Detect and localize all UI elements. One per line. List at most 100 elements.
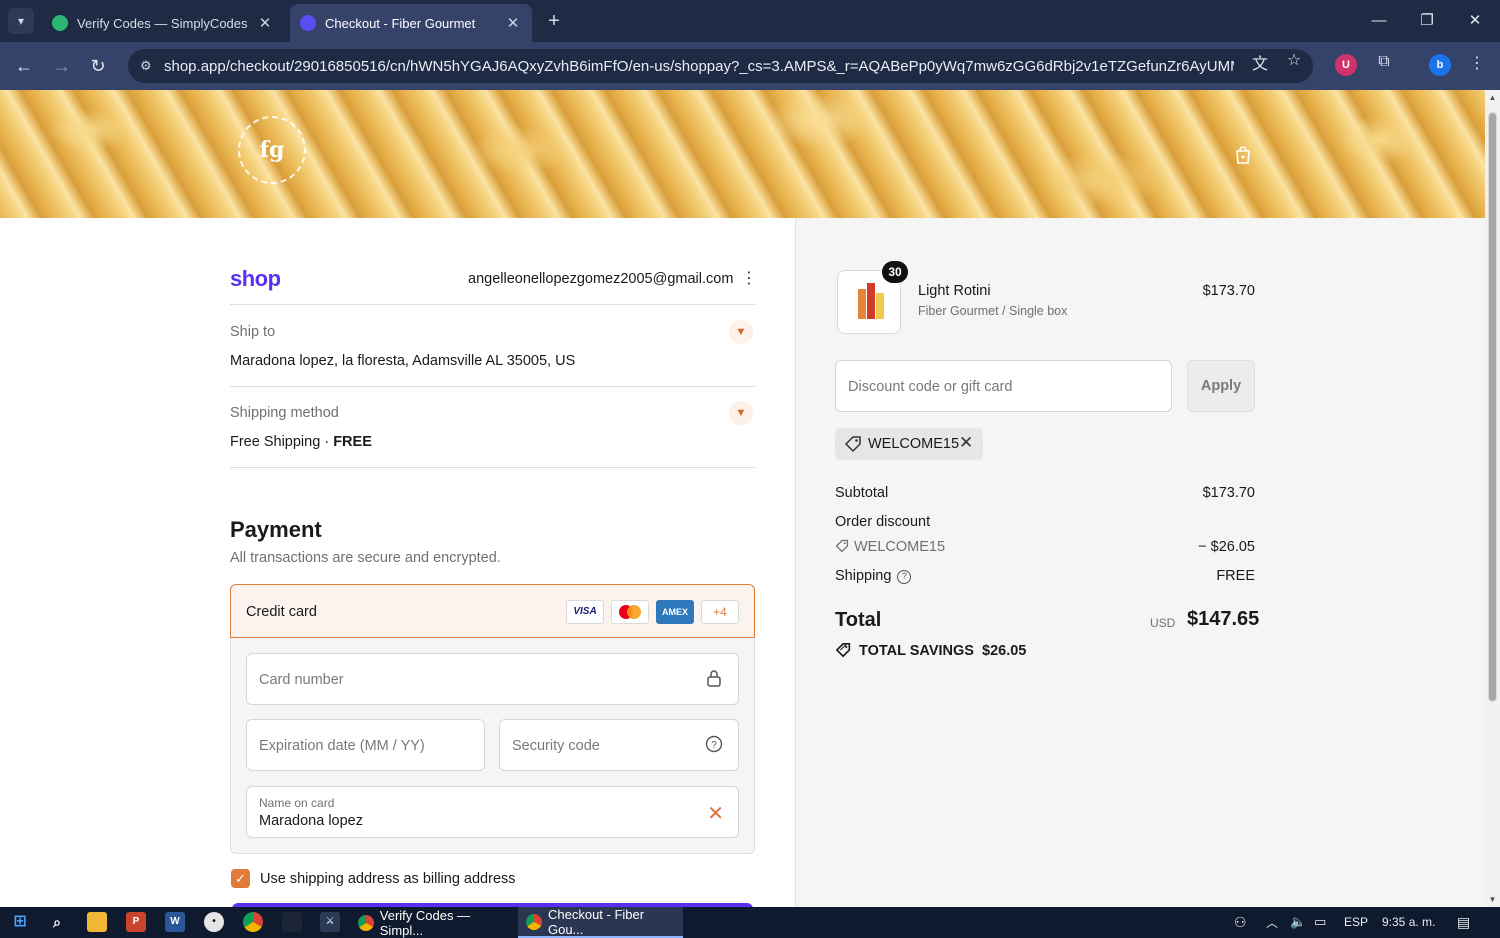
chrome-icon[interactable] bbox=[243, 912, 263, 932]
card-number-field[interactable]: Card number bbox=[246, 653, 739, 705]
language-indicator[interactable]: ESP bbox=[1344, 915, 1368, 929]
discount-placeholder: Discount code or gift card bbox=[848, 379, 1013, 395]
remove-discount-icon[interactable]: ✕ bbox=[959, 433, 973, 453]
simplycodes-icon bbox=[52, 15, 68, 31]
app-icon[interactable]: ⚔ bbox=[320, 912, 340, 932]
scroll-up-arrow-icon[interactable]: ▲ bbox=[1485, 93, 1500, 102]
scrollbar-thumb[interactable] bbox=[1488, 112, 1497, 702]
extensions-puzzle-icon[interactable]: ⧉ bbox=[1374, 53, 1394, 71]
lock-icon bbox=[704, 669, 724, 689]
taskbar-app-checkout[interactable]: Checkout - Fiber Gou... bbox=[518, 907, 683, 938]
savings-value: $26.05 bbox=[982, 643, 1027, 659]
expiration-date-field[interactable]: Expiration date (MM / YY) bbox=[246, 719, 485, 771]
ship-to-address: Maradona lopez, la floresta, Adamsville … bbox=[230, 353, 576, 369]
new-tab-button[interactable]: + bbox=[542, 8, 566, 34]
bookmark-star-icon[interactable]: ☆ bbox=[1284, 50, 1304, 70]
product-box-image bbox=[876, 293, 884, 319]
taskbar-app-verify-codes[interactable]: Verify Codes — Simpl... bbox=[350, 907, 515, 938]
name-on-card-value[interactable]: Maradona lopez bbox=[259, 813, 363, 829]
minimize-button[interactable]: — bbox=[1364, 8, 1394, 34]
ship-to-label: Ship to bbox=[230, 324, 276, 340]
page-viewport: fg shop angelleonellopezgomez2005@gmail.… bbox=[0, 90, 1500, 907]
store-logo[interactable]: fg bbox=[238, 116, 306, 184]
chrome-icon bbox=[358, 914, 374, 931]
shipping-value: FREE bbox=[1216, 568, 1255, 584]
svg-text:?: ? bbox=[711, 740, 717, 751]
payment-title: Payment bbox=[230, 517, 322, 542]
app-icon[interactable] bbox=[282, 912, 302, 932]
tag-icon bbox=[844, 436, 861, 453]
product-price: $173.70 bbox=[1202, 283, 1255, 299]
tab-simplycodes[interactable]: Verify Codes — SimplyCodes ✕ bbox=[42, 4, 284, 42]
chat-app-icon[interactable]: • bbox=[204, 912, 224, 932]
shipping-method-name: Free Shipping bbox=[230, 434, 321, 450]
word-icon[interactable]: W bbox=[165, 912, 185, 932]
browser-toolbar: ← → ↻ ⚙ shop.app/checkout/29016850516/cn… bbox=[0, 42, 1500, 90]
discount-code-text: WELCOME15 bbox=[854, 539, 946, 555]
clock[interactable]: 9:35 a. m. bbox=[1382, 915, 1435, 929]
account-email: angelleonellopezgomez2005@gmail.com bbox=[468, 271, 734, 287]
store-logo-text: fg bbox=[259, 137, 285, 163]
apply-discount-button[interactable]: Apply bbox=[1187, 360, 1255, 412]
volume-icon[interactable]: 🔈 bbox=[1290, 914, 1306, 930]
profile-avatar[interactable]: b bbox=[1429, 54, 1451, 76]
powerpoint-icon[interactable]: P bbox=[126, 912, 146, 932]
applied-code-text: WELCOME15 bbox=[868, 436, 960, 452]
reload-button[interactable]: ↻ bbox=[86, 54, 110, 78]
total-label: Total bbox=[835, 609, 882, 631]
translate-icon[interactable]: 文 bbox=[1250, 50, 1270, 74]
tab-title: Verify Codes — SimplyCodes bbox=[77, 15, 248, 31]
taskbar-app-title: Verify Codes — Simpl... bbox=[379, 907, 471, 938]
chrome-icon bbox=[526, 913, 542, 930]
forward-button[interactable]: → bbox=[50, 54, 74, 78]
tab-search-button[interactable]: ▾ bbox=[8, 8, 34, 34]
tab-title: Checkout - Fiber Gourmet bbox=[325, 15, 476, 31]
scroll-down-arrow-icon[interactable]: ▼ bbox=[1485, 895, 1500, 904]
billing-address-checkbox[interactable]: ✓ bbox=[231, 869, 250, 888]
shipping-method-label: Shipping method bbox=[230, 405, 339, 421]
shipping-method-price: FREE bbox=[333, 434, 372, 450]
clear-field-icon[interactable]: ✕ bbox=[707, 801, 724, 826]
chevron-up-icon[interactable]: ︿ bbox=[1266, 914, 1278, 931]
account-menu-icon[interactable]: ⋮ bbox=[741, 268, 757, 288]
discount-code-line: WELCOME15 bbox=[835, 539, 945, 555]
divider bbox=[230, 304, 755, 305]
more-brands-badge: +4 bbox=[701, 600, 739, 624]
name-on-card-field[interactable]: Name on card Maradona lopez ✕ bbox=[246, 786, 739, 838]
order-discount-label: Order discount bbox=[835, 514, 931, 530]
restore-button[interactable]: ❐ bbox=[1412, 8, 1442, 34]
browser-menu-icon[interactable]: ⋮ bbox=[1467, 53, 1487, 73]
subtotal-label: Subtotal bbox=[835, 485, 889, 501]
chevron-down-icon[interactable]: ▼ bbox=[729, 320, 753, 344]
address-bar[interactable]: ⚙ shop.app/checkout/29016850516/cn/hWN5h… bbox=[128, 49, 1313, 83]
people-icon[interactable]: ⚇ bbox=[1234, 914, 1247, 931]
file-explorer-icon[interactable] bbox=[87, 912, 107, 932]
total-value: $147.65 bbox=[1187, 608, 1260, 630]
site-info-icon[interactable]: ⚙ bbox=[140, 58, 158, 74]
amex-icon: AMEX bbox=[656, 600, 694, 624]
url-text[interactable]: shop.app/checkout/29016850516/cn/hWN5hYG… bbox=[164, 58, 1234, 75]
discount-code-input[interactable]: Discount code or gift card bbox=[835, 360, 1172, 412]
billing-address-label[interactable]: Use shipping address as billing address bbox=[260, 871, 516, 887]
notifications-icon[interactable]: ▤ bbox=[1457, 914, 1470, 931]
close-tab-icon[interactable]: ✕ bbox=[504, 14, 522, 32]
card-number-placeholder: Card number bbox=[259, 672, 344, 688]
tab-checkout[interactable]: Checkout - Fiber Gourmet ✕ bbox=[290, 4, 532, 42]
chevron-down-icon[interactable]: ▼ bbox=[729, 401, 753, 425]
page-scrollbar[interactable]: ▲ ▼ bbox=[1485, 90, 1500, 907]
total-savings: TOTAL SAVINGS $26.05 bbox=[835, 642, 1026, 659]
help-circle-icon[interactable]: ? bbox=[704, 735, 724, 755]
product-box-image bbox=[867, 283, 875, 319]
search-icon[interactable]: ⌕ bbox=[47, 912, 67, 932]
help-circle-icon[interactable]: ? bbox=[897, 570, 912, 584]
close-window-button[interactable]: ✕ bbox=[1460, 8, 1490, 34]
shopping-bag-icon[interactable] bbox=[1233, 145, 1253, 165]
back-button[interactable]: ← bbox=[12, 54, 36, 78]
extension-shield-icon[interactable]: U bbox=[1335, 54, 1357, 76]
shipping-label-row: Shipping? bbox=[835, 568, 912, 584]
close-tab-icon[interactable]: ✕ bbox=[256, 14, 274, 32]
credit-card-option[interactable]: Credit card VISA AMEX +4 bbox=[230, 584, 755, 638]
security-code-field[interactable]: Security code ? bbox=[499, 719, 739, 771]
network-icon[interactable]: ▭ bbox=[1314, 914, 1326, 930]
windows-start-icon[interactable]: ⊞ bbox=[10, 912, 30, 932]
